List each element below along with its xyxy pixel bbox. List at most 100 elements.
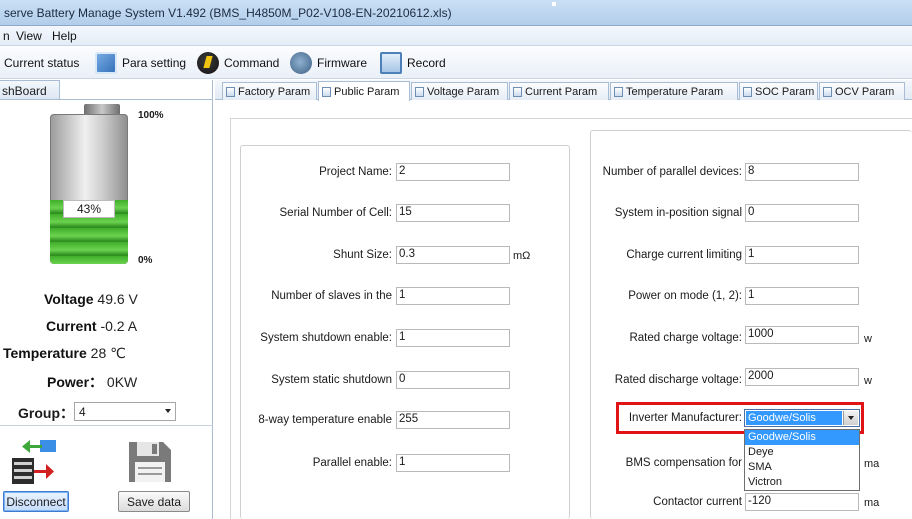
inverter-option[interactable]: Victron xyxy=(745,475,859,490)
tab-label: Public Param xyxy=(334,85,400,98)
disconnect-icon[interactable] xyxy=(8,438,62,486)
menu-view[interactable]: View xyxy=(16,29,42,43)
current-value: -0.2 A xyxy=(100,318,138,334)
bms-compensation-label: BMS compensation for xyxy=(625,457,742,469)
group-select[interactable]: 4 xyxy=(74,402,176,421)
parallel-devices-field[interactable]: 8 xyxy=(745,163,859,181)
temperature-value: 28 ℃ xyxy=(90,345,126,361)
cell-serial-number-field[interactable]: 15 xyxy=(396,204,510,222)
in-position-signal-label: System in-position signal xyxy=(614,207,742,219)
project-name-label: Project Name: xyxy=(319,166,392,178)
para-setting-icon xyxy=(95,52,117,74)
para-setting-button[interactable]: Para setting xyxy=(95,51,186,75)
tab-current-param[interactable]: Current Param xyxy=(509,82,609,100)
menu-help[interactable]: Help xyxy=(52,29,77,43)
group-select-value: 4 xyxy=(79,405,86,419)
record-label: Record xyxy=(407,56,446,70)
project-name-field[interactable]: 2 xyxy=(396,163,510,181)
battery-percent: 43% xyxy=(63,200,115,218)
menu-file[interactable]: n xyxy=(3,29,10,43)
chevron-down-icon xyxy=(165,409,171,413)
battery-max-label: 100% xyxy=(138,110,164,121)
inverter-selected-value: Goodwe/Solis xyxy=(746,411,842,425)
inverter-option[interactable]: Goodwe/Solis xyxy=(745,430,859,445)
rated-discharge-voltage-unit: w xyxy=(864,375,872,387)
tab-public-param[interactable]: Public Param xyxy=(318,81,410,101)
tab-page-icon xyxy=(823,86,832,97)
system-static-shutdown-field[interactable]: 0 xyxy=(396,371,510,389)
current-status-label: Current status xyxy=(4,56,80,70)
cell-serial-number-label: Serial Number of Cell: xyxy=(279,207,392,219)
inverter-option[interactable]: Deye xyxy=(745,445,859,460)
temperature-readout: Temperature 28 ℃ xyxy=(3,345,126,362)
firmware-label: Firmware xyxy=(317,56,367,70)
record-button[interactable]: Record xyxy=(380,51,446,75)
slaves-count-label: Number of slaves in the xyxy=(271,290,392,302)
power-on-mode-field[interactable]: 1 xyxy=(745,287,859,305)
menu-bar: n View Help xyxy=(0,26,912,46)
shunt-size-unit: mΩ xyxy=(513,250,531,262)
firmware-icon xyxy=(290,52,312,74)
chevron-down-icon[interactable] xyxy=(843,411,858,425)
tab-label: Current Param xyxy=(525,85,598,98)
rated-charge-voltage-unit: w xyxy=(864,333,872,345)
inverter-options-list: Goodwe/Solis Deye SMA Victron xyxy=(744,429,860,491)
para-setting-label: Para setting xyxy=(122,56,187,70)
voltage-label: Voltage xyxy=(44,291,94,307)
battery-gauge xyxy=(50,114,128,264)
firmware-button[interactable]: Firmware xyxy=(290,51,367,75)
inverter-manufacturer-label: Inverter Manufacturer: xyxy=(628,412,742,424)
in-position-signal-field[interactable]: 0 xyxy=(745,204,859,222)
temperature-enable-field[interactable]: 255 xyxy=(396,411,510,429)
temperature-label: Temperature xyxy=(3,345,87,361)
contactor-current-label: Contactor current xyxy=(653,496,742,508)
panel-divider xyxy=(0,425,213,426)
dashboard-tab[interactable]: shBoard xyxy=(0,80,60,100)
tab-temperature-param[interactable]: Temperature Param xyxy=(610,82,738,100)
save-data-button[interactable]: Save data xyxy=(118,491,190,512)
current-label: Current xyxy=(46,318,97,334)
tab-soc-param[interactable]: SOC Param xyxy=(739,82,818,100)
voltage-value: 49.6 V xyxy=(97,291,138,307)
temperature-enable-label: 8-way temperature enable xyxy=(258,414,392,426)
tab-page-icon xyxy=(322,86,331,97)
rated-charge-voltage-field[interactable]: 1000 xyxy=(745,326,859,344)
rated-discharge-voltage-field[interactable]: 2000 xyxy=(745,368,859,386)
title-bar-marker xyxy=(552,2,556,6)
contactor-current-unit: ma xyxy=(864,497,880,509)
command-button[interactable]: Command xyxy=(197,51,279,75)
parallel-enable-label: Parallel enable: xyxy=(312,457,392,469)
parallel-enable-field[interactable]: 1 xyxy=(396,454,510,472)
slaves-count-field[interactable]: 1 xyxy=(396,287,510,305)
floppy-disk-icon[interactable] xyxy=(125,438,175,486)
group-label: Group： xyxy=(18,405,74,421)
tab-factory-param[interactable]: Factory Param xyxy=(222,82,317,100)
tab-label: SOC Param xyxy=(755,85,815,98)
contactor-current-field[interactable]: -120 xyxy=(745,493,859,511)
tab-label: Factory Param xyxy=(238,85,311,98)
disconnect-button[interactable]: Disconnect xyxy=(3,491,69,512)
voltage-readout: Voltage 49.6 V xyxy=(44,291,138,307)
battery-min-label: 0% xyxy=(138,255,153,266)
power-on-mode-label: Power on mode (1, 2): xyxy=(628,290,742,302)
record-icon xyxy=(380,52,402,74)
shunt-size-field[interactable]: 0.3 xyxy=(396,246,510,264)
tab-ocv-param[interactable]: OCV Param xyxy=(819,82,905,100)
power-label: Power： xyxy=(47,374,104,390)
tab-page-icon xyxy=(513,86,522,97)
tab-label: Voltage Param xyxy=(427,85,500,98)
inverter-option[interactable]: SMA xyxy=(745,460,859,475)
command-label: Command xyxy=(224,56,280,70)
lightning-icon xyxy=(197,52,219,74)
system-shutdown-enable-field[interactable]: 1 xyxy=(396,329,510,347)
inverter-manufacturer-select[interactable]: Goodwe/Solis xyxy=(744,409,860,427)
charge-current-limiting-field[interactable]: 1 xyxy=(745,246,859,264)
current-readout: Current -0.2 A xyxy=(46,318,137,334)
power-readout: Power： 0KW xyxy=(47,372,137,392)
tab-voltage-param[interactable]: Voltage Param xyxy=(411,82,508,100)
rated-charge-voltage-label: Rated charge voltage: xyxy=(629,332,742,344)
tab-page-icon xyxy=(415,86,424,97)
current-status-button[interactable]: Current status xyxy=(4,51,79,75)
bms-compensation-unit: ma xyxy=(864,458,880,470)
dashboard-tab-line xyxy=(60,99,213,100)
